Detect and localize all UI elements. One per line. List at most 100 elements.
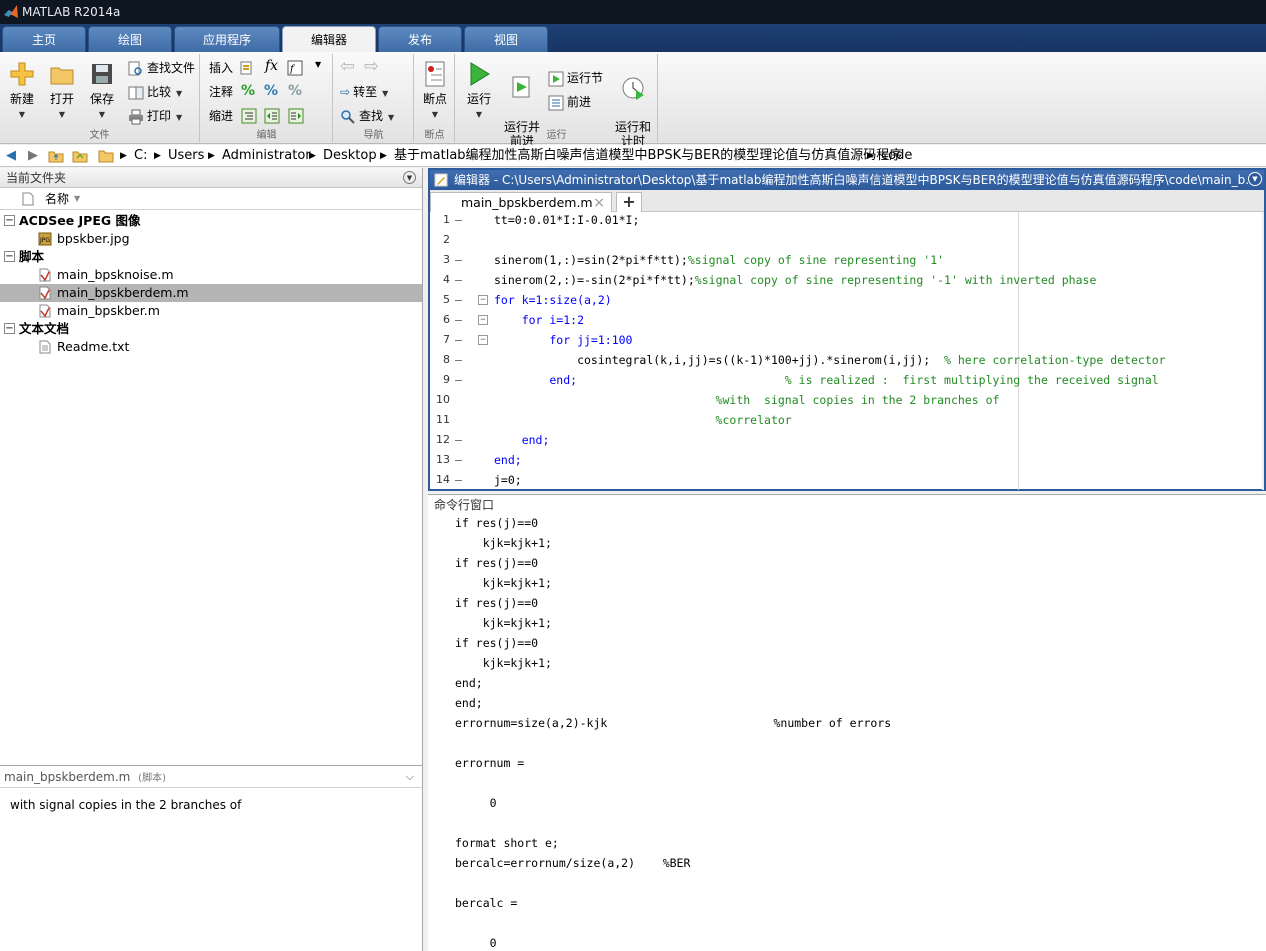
editor-panel: 编辑器 - C:\Users\Administrator\Desktop\基于m…: [428, 168, 1266, 491]
tab-apps[interactable]: 应用程序: [174, 26, 280, 52]
code-line: 9– end; % is realized : first multiplyin…: [430, 370, 1264, 390]
up-folder-icon[interactable]: [48, 148, 64, 164]
breakpoint-dash[interactable]: –: [455, 212, 462, 230]
save-dropdown-icon: ▼: [98, 110, 106, 119]
goto-button[interactable]: ⇨ 转至 ▼: [340, 82, 388, 102]
path-separator-icon: ▶: [120, 151, 127, 161]
run-group-label: 运行: [546, 130, 567, 141]
editor-actions-icon[interactable]: ▼: [1248, 172, 1262, 186]
new-tab-button[interactable]: +: [616, 192, 642, 212]
compare-dropdown-icon: ▼: [176, 89, 183, 98]
breakpoint-dash[interactable]: –: [455, 370, 462, 390]
save-button[interactable]: 保存 ▼: [82, 58, 122, 122]
breadcrumb-desktop[interactable]: Desktop: [323, 145, 377, 167]
find-button[interactable]: 查找 ▼: [340, 106, 394, 126]
list-item[interactable]: Readme.txt: [0, 338, 422, 356]
back-icon[interactable]: ◀: [2, 147, 20, 165]
breadcrumb-code[interactable]: code: [881, 145, 912, 167]
sort-icon: ▼: [74, 194, 81, 203]
line-number: 8: [443, 353, 450, 366]
list-item-selected[interactable]: main_bpskberdem.m: [0, 284, 422, 302]
browse-folder-icon[interactable]: [72, 148, 88, 164]
breakpoint-dash[interactable]: –: [455, 290, 462, 310]
breadcrumb-administrator[interactable]: Administrator: [222, 145, 311, 167]
collapse-icon[interactable]: −: [4, 323, 15, 334]
forward-nav-icon[interactable]: ⇨: [364, 56, 379, 77]
command-window[interactable]: 命令行窗口 if res(j)==0 kjk=kjk+1; if res(j)=…: [428, 494, 1266, 951]
insert-button[interactable]: 插入: [209, 58, 233, 78]
code-content: end; % is realized : first multiplying t…: [494, 370, 1158, 390]
list-item[interactable]: JPG bpskber.jpg: [0, 230, 422, 248]
editor-file-tab[interactable]: main_bpskberdem.m ×: [430, 192, 612, 212]
tab-home[interactable]: 主页: [2, 26, 86, 52]
chevron-down-icon[interactable]: ⌵: [406, 766, 414, 788]
breakpoints-button[interactable]: 断点 ▼: [415, 58, 455, 122]
breakpoint-dash[interactable]: –: [455, 250, 462, 270]
comment-button[interactable]: 注释: [209, 82, 233, 102]
breadcrumb-drive[interactable]: C:: [134, 145, 147, 167]
open-button[interactable]: 打开 ▼: [42, 58, 82, 122]
code-fold-icon[interactable]: −: [478, 335, 488, 345]
wrap-comments-icon[interactable]: %: [288, 83, 302, 99]
group-row-jpeg[interactable]: − ACDSee JPEG 图像: [0, 212, 422, 230]
path-separator-icon: ▶: [309, 151, 316, 161]
insert-dropdown-icon[interactable]: ▼: [315, 60, 321, 69]
code-area[interactable]: 1– tt=0:0.01*I:I-0.01*I; 2 3– sinerom(1,:)…: [430, 212, 1264, 490]
insert-section-icon[interactable]: [239, 60, 255, 76]
breakpoint-dash[interactable]: –: [455, 310, 462, 330]
close-tab-icon[interactable]: ×: [593, 193, 605, 213]
breadcrumb-users[interactable]: Users: [168, 145, 204, 167]
breakpoint-dash[interactable]: –: [455, 450, 462, 470]
file-name: main_bpsknoise.m: [57, 267, 174, 282]
code-line: 7– − for jj=1:100: [430, 330, 1264, 350]
find-files-button[interactable]: 查找文件: [128, 58, 195, 78]
file-name: bpskber.jpg: [57, 231, 130, 246]
list-item[interactable]: main_bpskber.m: [0, 302, 422, 320]
code-content: sinerom(2,:)=-sin(2*pi*f*tt);%signal cop…: [494, 270, 1096, 290]
tab-plots[interactable]: 绘图: [88, 26, 172, 52]
forward-icon[interactable]: ▶: [24, 147, 42, 165]
uncomment-icon[interactable]: %: [264, 83, 278, 99]
breakpoint-dash[interactable]: –: [455, 350, 462, 370]
advance-button[interactable]: 前进: [548, 92, 591, 112]
run-section-button[interactable]: 运行节: [548, 68, 603, 88]
collapse-icon[interactable]: −: [4, 215, 15, 226]
tab-view[interactable]: 视图: [464, 26, 548, 52]
panel-actions-icon[interactable]: ▼: [403, 171, 416, 184]
code-content: %with signal copies in the 2 branches of: [494, 390, 1000, 410]
name-column-header[interactable]: 名称 ▼: [0, 188, 422, 210]
group-row-text[interactable]: − 文本文档: [0, 320, 422, 338]
new-button[interactable]: 新建 ▼: [2, 58, 42, 122]
increase-indent-icon[interactable]: [264, 108, 280, 124]
back-nav-icon[interactable]: ⇦: [340, 56, 355, 77]
command-line: if res(j)==0: [455, 556, 539, 570]
decrease-indent-icon[interactable]: [288, 108, 304, 124]
breakpoint-dash[interactable]: –: [455, 470, 462, 490]
editor-icon: [434, 173, 448, 187]
comment-percent-icon[interactable]: %: [241, 83, 255, 99]
insert-function-file-icon[interactable]: f: [287, 60, 303, 76]
breakpoint-dash[interactable]: –: [455, 330, 462, 350]
smart-indent-icon[interactable]: [241, 108, 257, 124]
code-line: 2: [430, 230, 1264, 250]
command-line: end;: [455, 696, 483, 710]
breakpoint-dash[interactable]: –: [455, 430, 462, 450]
compare-button[interactable]: 比较 ▼: [128, 82, 182, 102]
tab-editor[interactable]: 编辑器: [282, 26, 376, 52]
run-button[interactable]: 运行 ▼: [459, 58, 499, 122]
run-section-icon: [548, 71, 564, 86]
indent-button[interactable]: 缩进: [209, 106, 233, 126]
collapse-icon[interactable]: −: [4, 251, 15, 262]
print-button[interactable]: 打印 ▼: [128, 106, 182, 126]
breadcrumb-project-folder[interactable]: 基于matlab编程加性高斯白噪声信道模型中BPSK与BER的模型理论值与仿真值…: [394, 145, 902, 167]
goto-label: 转至: [353, 85, 378, 99]
code-fold-icon[interactable]: −: [478, 295, 488, 305]
code-text: for jj=1:100: [494, 333, 633, 347]
insert-function-icon[interactable]: fx: [265, 58, 278, 74]
details-header[interactable]: main_bpskberdem.m (脚本) ⌵: [0, 766, 422, 788]
breakpoint-dash[interactable]: –: [455, 270, 462, 290]
list-item[interactable]: main_bpsknoise.m: [0, 266, 422, 284]
code-fold-icon[interactable]: −: [478, 315, 488, 325]
group-row-scripts[interactable]: − 脚本: [0, 248, 422, 266]
tab-publish[interactable]: 发布: [378, 26, 462, 52]
